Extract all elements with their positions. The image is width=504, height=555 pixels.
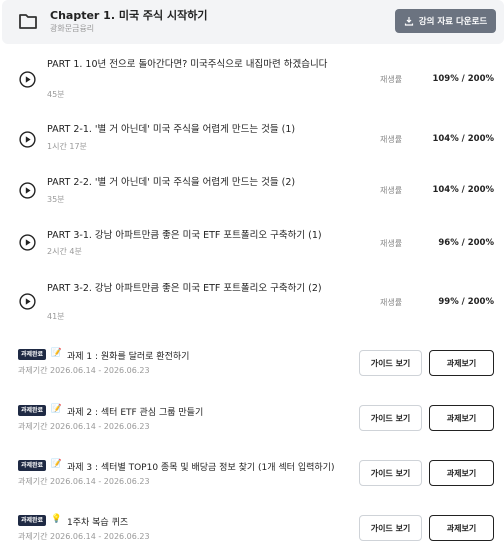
lesson-item[interactable]: PART 3-1. 강남 아파트만큼 좋은 미국 ETF 포트폴리오 구축하기 …	[0, 229, 504, 261]
task-title: 과제 1 : 원화를 달러로 환전하기	[67, 352, 190, 362]
play-rate-label: 재생률	[380, 239, 403, 248]
play-icon[interactable]	[19, 234, 36, 251]
view-task-button[interactable]: 과제보기	[429, 350, 494, 376]
play-icon[interactable]	[19, 71, 36, 88]
download-icon	[404, 17, 413, 26]
task-item: 과제완료 📝 과제 3 : 섹터별 TOP10 종목 및 배당금 정보 찾기 (…	[0, 458, 504, 488]
task-complete-badge: 과제완료	[18, 460, 47, 471]
view-task-button[interactable]: 과제보기	[429, 515, 494, 541]
task-period: 과제기간 2026.06.14 - 2026.06.23	[18, 422, 150, 431]
task-period: 과제기간 2026.06.14 - 2026.06.23	[18, 532, 150, 541]
memo-icon: 📝	[51, 459, 62, 469]
task-item: 과제완료 📝 과제 2 : 섹터 ETF 관심 그룹 만들기 과제기간 2026…	[0, 403, 504, 433]
lightbulb-icon: 💡	[51, 514, 62, 524]
task-title: 과제 2 : 섹터 ETF 관심 그룹 만들기	[67, 408, 204, 418]
lesson-item[interactable]: PART 3-2. 강남 아파트만큼 좋은 미국 ETF 포트폴리오 구축하기 …	[0, 282, 504, 324]
play-icon[interactable]	[19, 293, 36, 310]
chapter-subtitle: 광화문금융리	[50, 24, 95, 33]
lesson-duration: 35분	[47, 195, 65, 204]
task-complete-badge: 과제완료	[18, 405, 47, 416]
memo-icon: 📝	[51, 348, 62, 358]
guide-button[interactable]: 가이드 보기	[359, 405, 422, 431]
lesson-duration: 1시간 17분	[47, 142, 87, 151]
task-item: 과제완료 📝 과제 1 : 원화를 달러로 환전하기 과제기간 2026.06.…	[0, 348, 504, 378]
lesson-duration: 2시간 4분	[47, 247, 82, 256]
guide-button[interactable]: 가이드 보기	[359, 460, 422, 486]
play-icon[interactable]	[19, 182, 36, 199]
play-rate-label: 재생률	[380, 135, 403, 144]
play-rate-value: 99% / 200%	[438, 297, 494, 307]
lesson-title: PART 1. 10년 전으로 돌아간다면? 미국주식으로 내집마련 하겠습니다	[47, 59, 328, 70]
play-rate-label: 재생률	[380, 186, 403, 195]
memo-icon: 📝	[51, 404, 62, 414]
play-rate-label: 재생률	[380, 75, 403, 84]
download-label: 강의 자료 다운로드	[418, 17, 488, 27]
chapter-title: Chapter 1. 미국 주식 시작하기	[50, 9, 208, 22]
lesson-item[interactable]: PART 2-1. '별 거 아닌데' 미국 주식을 어렵게 만드는 것들 (1…	[0, 123, 504, 155]
lesson-duration: 45분	[47, 90, 65, 99]
lesson-duration: 41분	[47, 312, 65, 321]
task-title: 1주차 복습 퀴즈	[67, 518, 129, 528]
chapter-header[interactable]: Chapter 1. 미국 주식 시작하기 광화문금융리 강의 자료 다운로드	[2, 0, 504, 44]
view-task-button[interactable]: 과제보기	[429, 460, 494, 486]
play-rate-label: 재생률	[380, 298, 403, 307]
folder-icon	[19, 14, 37, 29]
play-rate-value: 104% / 200%	[432, 134, 494, 144]
play-rate-value: 109% / 200%	[432, 74, 494, 84]
lesson-item[interactable]: PART 1. 10년 전으로 돌아간다면? 미국주식으로 내집마련 하겠습니다…	[0, 58, 504, 103]
lesson-item[interactable]: PART 2-2. '별 거 아닌데' 미국 주식을 어렵게 만드는 것들 (2…	[0, 176, 504, 208]
view-task-button[interactable]: 과제보기	[429, 405, 494, 431]
lesson-title: PART 3-1. 강남 아파트만큼 좋은 미국 ETF 포트폴리오 구축하기 …	[47, 230, 322, 241]
task-item: 과제완료 💡 1주차 복습 퀴즈 과제기간 2026.06.14 - 2026.…	[0, 513, 504, 543]
guide-button[interactable]: 가이드 보기	[359, 515, 422, 541]
lesson-title: PART 2-2. '별 거 아닌데' 미국 주식을 어렵게 만드는 것들 (2…	[47, 177, 296, 188]
download-materials-button[interactable]: 강의 자료 다운로드	[395, 9, 496, 33]
lesson-title: PART 2-1. '별 거 아닌데' 미국 주식을 어렵게 만드는 것들 (1…	[47, 124, 296, 135]
task-complete-badge: 과제완료	[18, 349, 47, 360]
task-complete-badge: 과제완료	[18, 515, 47, 526]
guide-button[interactable]: 가이드 보기	[359, 350, 422, 376]
task-title: 과제 3 : 섹터별 TOP10 종목 및 배당금 정보 찾기 (1개 섹터 입…	[67, 463, 335, 473]
play-rate-value: 104% / 200%	[432, 185, 494, 195]
task-period: 과제기간 2026.06.14 - 2026.06.23	[18, 366, 150, 375]
lesson-title: PART 3-2. 강남 아파트만큼 좋은 미국 ETF 포트폴리오 구축하기 …	[47, 283, 322, 294]
play-rate-value: 96% / 200%	[438, 238, 494, 248]
task-period: 과제기간 2026.06.14 - 2026.06.23	[18, 477, 150, 486]
play-icon[interactable]	[19, 131, 36, 148]
